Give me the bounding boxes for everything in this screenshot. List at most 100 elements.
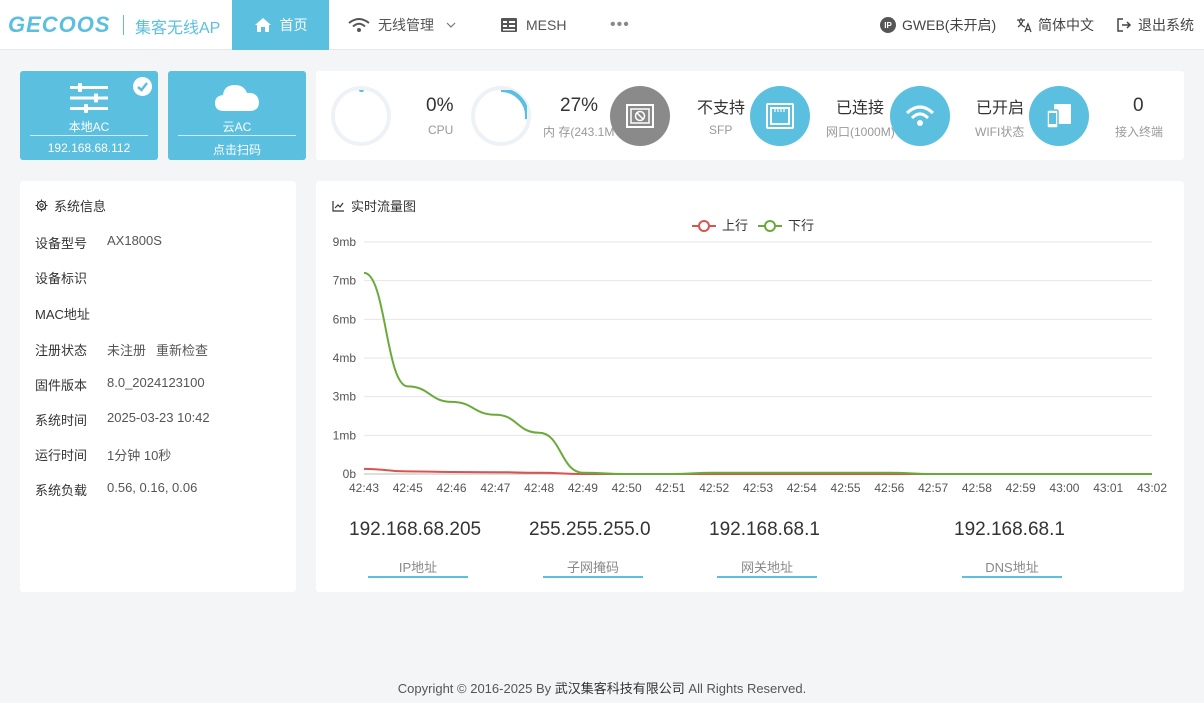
wifi-circle — [890, 86, 950, 146]
footer: Copyright © 2016-2025 By 武汉集客科技有限公司 All … — [0, 678, 1204, 697]
dns-value: 192.168.68.1 — [954, 519, 1065, 540]
sfp-disabled-icon — [626, 104, 654, 128]
devices-icon — [1046, 104, 1071, 129]
clients-label: 接入终端 — [1115, 125, 1164, 139]
subnet-mask-value: 255.255.255.0 — [529, 519, 651, 540]
info-registration: 注册状态 未注册 重新检查 — [35, 340, 208, 359]
local-ac-ip: 192.168.68.112 — [47, 141, 131, 155]
info-system-time: 系统时间 2025-03-23 10:42 — [35, 410, 210, 429]
uptime-key: 运行时间 — [35, 448, 88, 463]
cloud-icon — [215, 85, 259, 111]
x-tick-label: 42:43 — [349, 481, 379, 495]
device-id-key: 设备标识 — [35, 271, 88, 286]
model-key: 设备型号 — [35, 236, 88, 251]
local-ac-card[interactable]: 本地AC 192.168.68.112 — [20, 71, 158, 160]
y-tick-label: 6mb — [333, 312, 357, 326]
nav-mesh-label: MESH — [526, 17, 567, 33]
x-tick-label: 42:57 — [918, 481, 948, 495]
info-load: 系统负载 0.56, 0.16, 0.06 — [35, 480, 197, 499]
x-tick-label: 43:00 — [1049, 481, 1079, 495]
cpu-value: 0% — [426, 95, 454, 116]
memory-value: 27% — [560, 95, 599, 116]
gweb-status[interactable]: IP GWEB(未开启) — [880, 0, 996, 50]
x-tick-label: 42:49 — [568, 481, 598, 495]
system-info-heading: 系统信息 — [54, 199, 107, 214]
x-tick-label: 42:46 — [437, 481, 467, 495]
y-tick-label: 7mb — [333, 274, 357, 288]
system-time-value: 2025-03-23 10:42 — [107, 410, 210, 425]
y-tick-label: 0b — [343, 467, 357, 481]
nav-wireless-management[interactable]: 无线管理 — [348, 0, 456, 50]
port-label: 网口(1000M) — [826, 125, 895, 139]
ip-icon: IP — [880, 17, 896, 33]
load-value: 0.56, 0.16, 0.06 — [107, 480, 198, 495]
ip-address-value: 192.168.68.205 — [349, 519, 482, 540]
gweb-label: GWEB(未开启) — [902, 17, 997, 33]
nav-wireless-label: 无线管理 — [378, 17, 434, 33]
x-tick-label: 43:01 — [1093, 481, 1123, 495]
logout-button[interactable]: 退出系统 — [1116, 0, 1194, 50]
ethernet-port-icon — [766, 103, 794, 129]
cloud-ac-card[interactable]: 云AC 点击扫码 — [168, 71, 306, 160]
wifi-value: 已开启 — [976, 100, 1025, 117]
company-name: 武汉集客科技有限公司 — [554, 681, 685, 696]
nav-mesh[interactable]: MESH — [500, 0, 566, 50]
local-ac-title: 本地AC — [68, 120, 110, 134]
legend-label: 上行 — [722, 218, 748, 233]
x-tick-label: 42:59 — [1006, 481, 1036, 495]
logout-icon — [1117, 18, 1132, 32]
top-header: GECOOS 集客无线AP 首页 无线管理 MESH ••• IP GWEB(未… — [0, 0, 1204, 50]
translate-icon — [1017, 18, 1032, 33]
brand-logo: GECOOS — [8, 12, 111, 37]
language-label: 简体中文 — [1038, 17, 1094, 33]
scan-qr-link[interactable]: 点击扫码 — [168, 141, 306, 158]
legend-marker — [698, 220, 710, 232]
nav-home[interactable]: 首页 — [232, 0, 329, 50]
cloud-ac-title: 云AC — [222, 120, 252, 134]
legend-marker — [764, 220, 776, 232]
info-uptime: 运行时间 1分钟 10秒 — [35, 445, 171, 464]
info-firmware: 固件版本 8.0_2024123100 — [35, 375, 205, 394]
copyright-text: Copyright © 2016-2025 By — [397, 681, 555, 696]
port-circle — [750, 86, 810, 146]
home-icon — [254, 18, 271, 32]
gear-icon — [35, 199, 48, 212]
logout-label: 退出系统 — [1138, 17, 1194, 33]
nav-more[interactable]: ••• — [610, 0, 630, 50]
recheck-link[interactable]: 重新检查 — [156, 340, 208, 359]
logo-divider — [123, 15, 124, 35]
x-tick-label: 42:51 — [655, 481, 685, 495]
memory-gauge — [471, 86, 531, 146]
model-value: AX1800S — [107, 233, 162, 248]
x-tick-label: 42:53 — [743, 481, 773, 495]
x-tick-label: 42:47 — [480, 481, 510, 495]
y-tick-label: 1mb — [333, 428, 357, 442]
nav-home-label: 首页 — [279, 17, 308, 33]
x-tick-label: 42:52 — [699, 481, 729, 495]
mac-key: MAC地址 — [35, 307, 90, 322]
load-key: 系统负载 — [35, 483, 88, 498]
language-switch[interactable]: 简体中文 — [1016, 0, 1094, 50]
x-tick-label: 42:45 — [393, 481, 423, 495]
more-icon: ••• — [610, 16, 630, 33]
sfp-value: 不支持 — [697, 100, 746, 117]
x-tick-label: 43:02 — [1137, 481, 1167, 495]
sfp-label: SFP — [709, 123, 733, 137]
y-tick-label: 3mb — [333, 390, 357, 404]
sfp-circle — [610, 86, 670, 146]
brand-subtitle: 集客无线AP — [135, 20, 221, 37]
system-info-title: 系统信息 — [35, 196, 106, 215]
port-value: 已连接 — [836, 100, 885, 117]
divider — [30, 135, 148, 136]
registration-key: 注册状态 — [35, 343, 88, 358]
uptime-value: 1分钟 10秒 — [107, 448, 172, 463]
ip-address-label: IP地址 — [368, 557, 468, 578]
mesh-icon — [501, 18, 517, 32]
memory-label: 内 存(243.1M — [543, 125, 615, 139]
cpu-label: CPU — [428, 123, 454, 137]
x-tick-label: 42:56 — [874, 481, 904, 495]
system-time-key: 系统时间 — [35, 413, 88, 428]
x-tick-label: 42:55 — [831, 481, 861, 495]
y-tick-label: 9mb — [333, 235, 357, 249]
x-tick-label: 42:58 — [962, 481, 992, 495]
